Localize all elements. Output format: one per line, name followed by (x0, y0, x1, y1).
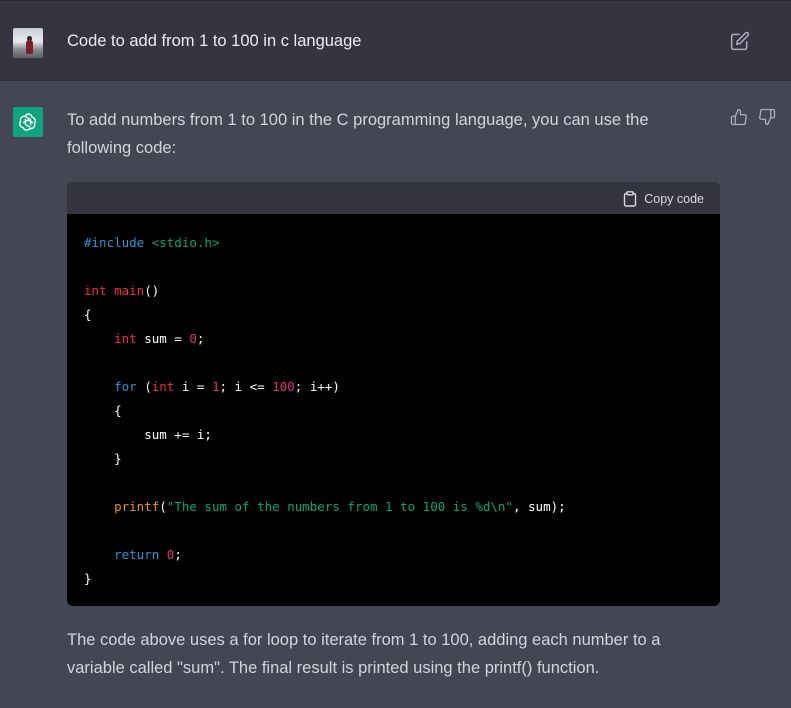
edit-message-button[interactable] (730, 31, 750, 51)
code-token: sum = (136, 331, 190, 346)
thumbs-down-button[interactable] (758, 108, 778, 128)
code-line: #include <stdio.h> (84, 231, 703, 255)
user-message-text: Code to add from 1 to 100 in c language (67, 32, 362, 50)
code-token: { (84, 307, 92, 322)
code-token: sum += i; (84, 427, 212, 442)
code-token: ( (159, 499, 167, 514)
code-token: ( (136, 379, 152, 394)
code-token: ; i++) (294, 379, 340, 394)
code-token: return (114, 547, 160, 562)
clipboard-icon (624, 191, 637, 207)
assistant-avatar (13, 107, 43, 137)
code-line: return 0; (84, 543, 703, 567)
code-token: { (84, 403, 122, 418)
openai-logo-icon (19, 113, 37, 131)
code-token: ; i <= (219, 379, 273, 394)
thumbs-up-icon (730, 108, 747, 126)
code-token: ; (196, 331, 205, 346)
assistant-intro-text: To add numbers from 1 to 100 in the C pr… (67, 111, 649, 157)
code-token: int (151, 379, 175, 394)
thumbs-up-button[interactable] (730, 108, 750, 128)
code-line: { (84, 399, 703, 423)
code-token: () (144, 283, 160, 298)
code-line: printf("The sum of the numbers from 1 to… (84, 495, 703, 519)
code-token: for (114, 379, 137, 394)
code-token: } (84, 451, 122, 466)
copy-code-label: Copy code (644, 192, 704, 206)
code-token: , sum); (512, 499, 566, 514)
code-token: "The sum of the numbers from 1 to 100 is… (166, 499, 513, 514)
code-block-header: Copy code (67, 182, 720, 214)
copy-code-button[interactable]: Copy code (623, 189, 704, 209)
code-token: } (84, 571, 92, 586)
code-token: int (84, 283, 115, 298)
avatar-figure-body (26, 40, 33, 54)
code-content[interactable]: #include <stdio.h> int main() { int sum = … (67, 214, 720, 591)
code-token: i = (174, 379, 212, 394)
edit-icon (730, 31, 750, 51)
code-token: main (114, 283, 145, 298)
code-line: } (84, 567, 703, 591)
code-token: <stdio.h> (151, 235, 220, 250)
code-line: int sum = 0; (84, 327, 703, 351)
user-message-row: Code to add from 1 to 100 in c language (0, 0, 791, 81)
code-token: ; (174, 547, 182, 562)
thumbs-down-icon (759, 108, 776, 126)
assistant-outro-text: The code above uses a for loop to iterat… (67, 631, 661, 677)
code-token: 0 (189, 331, 197, 346)
code-token: #include (84, 235, 152, 250)
code-line: } (84, 447, 703, 471)
code-line: for (int i = 1; i <= 100; i++) (84, 375, 703, 399)
user-avatar (13, 28, 43, 58)
code-token: printf (114, 499, 160, 514)
code-token: 100 (272, 379, 295, 394)
code-line: { (84, 303, 703, 327)
assistant-message-row: To add numbers from 1 to 100 in the C pr… (0, 82, 791, 708)
code-line: sum += i; (84, 423, 703, 447)
code-block: Copy code #include <stdio.h> int main() { … (67, 182, 720, 606)
code-token: 1 (211, 379, 220, 394)
code-line: int main() (84, 279, 703, 303)
code-token: int (114, 331, 137, 346)
